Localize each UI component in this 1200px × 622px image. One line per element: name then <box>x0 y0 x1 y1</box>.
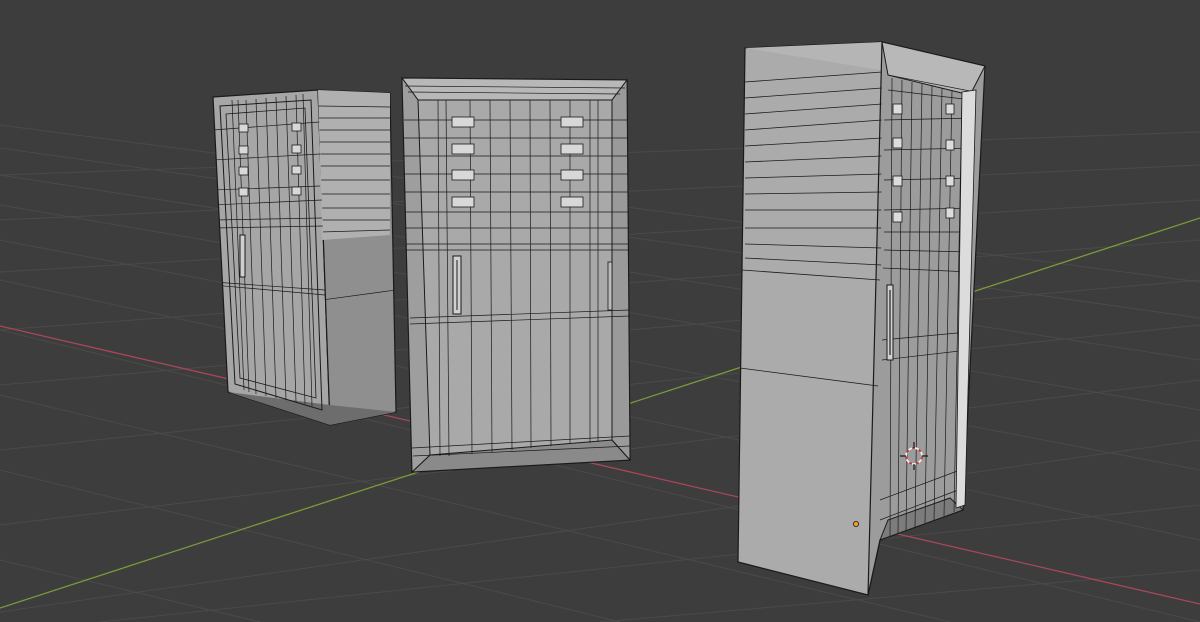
right-cabinet[interactable] <box>737 41 986 596</box>
object-origin-icon <box>853 521 860 528</box>
middle-cabinet[interactable] <box>401 76 632 474</box>
left-cabinet[interactable] <box>212 89 397 426</box>
3d-viewport[interactable] <box>0 0 1200 622</box>
viewport-canvas[interactable] <box>0 0 1200 622</box>
